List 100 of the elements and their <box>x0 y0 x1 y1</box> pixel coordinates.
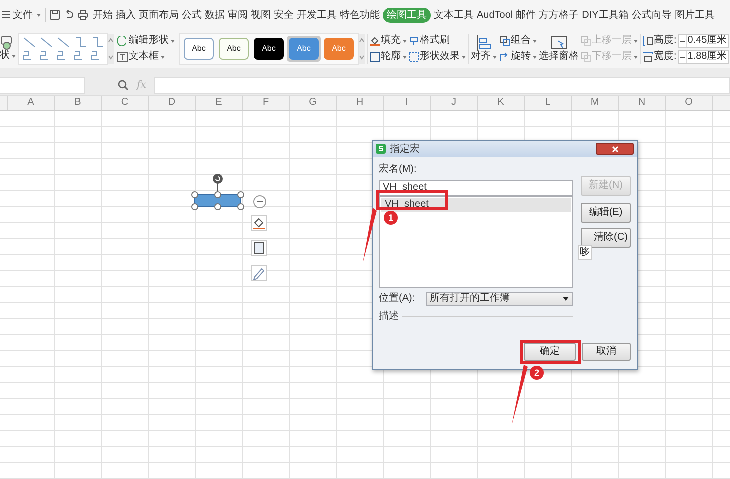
menu-tab[interactable]: 方方格子 <box>539 8 580 22</box>
rotate-icon[interactable] <box>500 52 510 62</box>
print-icon[interactable] <box>78 10 88 20</box>
menu-tab[interactable]: 公式向导 <box>632 8 672 22</box>
outline-button[interactable]: 轮廓 <box>381 51 401 63</box>
shape-effects-icon[interactable] <box>409 52 419 62</box>
column-header[interactable]: B <box>55 96 102 110</box>
dialog-button[interactable]: 清除(C) <box>581 228 631 248</box>
annotation-highlight <box>520 340 581 364</box>
shapes-icon[interactable] <box>1 36 15 50</box>
floating-toolbar-button[interactable] <box>251 240 267 256</box>
save-icon[interactable] <box>50 10 60 20</box>
dialog-button[interactable]: 编辑(E) <box>581 203 631 223</box>
menu-tab[interactable]: DIY工具箱 <box>582 8 629 22</box>
caret-icon[interactable] <box>37 14 41 16</box>
style-preset[interactable]: Abc <box>182 36 216 62</box>
size-label: 宽度: <box>654 51 677 63</box>
annotation-highlight <box>376 190 448 210</box>
gallery-scroll-icon[interactable] <box>359 34 365 64</box>
height-field[interactable]: 0.45厘米 <box>678 34 730 48</box>
caret-icon <box>563 296 569 300</box>
format-painter-icon[interactable] <box>409 36 419 46</box>
menu-tab[interactable]: 公式 <box>182 8 202 22</box>
app-icon <box>376 144 386 154</box>
style-label: Abc <box>297 43 311 55</box>
fill-icon <box>252 216 266 230</box>
shape-menu-label[interactable]: 状 <box>0 50 10 62</box>
cancel-button[interactable]: 取消 <box>582 343 631 361</box>
menu-tab[interactable]: 开始 <box>93 8 113 22</box>
rotate-button[interactable]: 旋转 <box>511 51 531 63</box>
zoom-icon[interactable] <box>118 80 129 90</box>
style-preset[interactable]: Abc <box>217 36 251 62</box>
menu-tab[interactable]: 页面布局 <box>139 8 179 22</box>
macro-name-field[interactable]: VH_sheet <box>379 180 573 196</box>
text-box-icon[interactable] <box>117 52 128 62</box>
fill-icon[interactable] <box>370 36 380 46</box>
caret-icon[interactable] <box>403 40 407 42</box>
fill-button[interactable]: 填充 <box>381 35 401 47</box>
menu-tab[interactable]: 开发工具 <box>297 8 337 22</box>
formula-input[interactable] <box>154 76 730 94</box>
align-icon[interactable] <box>476 35 492 51</box>
menu-tab[interactable]: 邮件 <box>516 8 536 22</box>
outline-icon[interactable] <box>370 52 380 62</box>
format-painter-button[interactable]: 格式刷 <box>420 35 450 47</box>
edit-shape-button[interactable]: 编辑形状 <box>129 35 169 47</box>
location-dropdown[interactable]: 所有打开的工作簿 <box>426 292 573 306</box>
caret-icon[interactable] <box>533 56 537 58</box>
close-button[interactable] <box>596 143 634 155</box>
caret-icon[interactable] <box>493 56 497 58</box>
menu-tab[interactable]: 审阅 <box>228 8 248 22</box>
column-header[interactable]: H <box>337 96 384 110</box>
menu-icon[interactable] <box>2 11 10 19</box>
group-icon[interactable] <box>500 36 510 46</box>
edit-shape-icon[interactable] <box>117 36 128 46</box>
style-label: Abc <box>332 43 346 55</box>
column-header[interactable]: D <box>149 96 196 110</box>
menu-tab[interactable]: 插入 <box>116 8 136 22</box>
column-header[interactable]: E <box>196 96 243 110</box>
undo-icon[interactable] <box>64 10 74 20</box>
column-header[interactable]: F <box>243 96 290 110</box>
caret-icon[interactable] <box>161 56 165 58</box>
menu-tab[interactable]: 安全 <box>274 8 294 22</box>
menu-tab[interactable]: 特色功能 <box>340 8 380 22</box>
text-box-button[interactable]: 文本框 <box>129 51 159 63</box>
outline-icon <box>252 241 266 255</box>
file-menu[interactable]: 文件 <box>13 8 33 22</box>
ok-button[interactable]: 确定 <box>524 343 576 361</box>
selection-pane-button[interactable]: 选择窗格 <box>539 51 579 63</box>
caret-icon[interactable] <box>171 40 175 42</box>
shape-effects-button[interactable]: 形状效果 <box>420 51 460 63</box>
menu-tab[interactable]: 数据 <box>205 8 225 22</box>
menu-tab[interactable]: 视图 <box>251 8 271 22</box>
column-header[interactable]: I <box>384 96 431 110</box>
column-header[interactable]: N <box>619 96 666 110</box>
style-preset[interactable]: Abc <box>252 36 286 62</box>
width-field[interactable]: 1.88厘米 <box>678 50 730 64</box>
style-label: Abc <box>192 43 206 55</box>
column-header[interactable]: C <box>102 96 149 110</box>
column-header[interactable]: A <box>8 96 55 110</box>
caret-icon[interactable] <box>533 40 537 42</box>
group-button[interactable]: 组合 <box>511 35 531 47</box>
menu-tab[interactable]: 文本工具 <box>434 8 474 22</box>
column-header[interactable]: O <box>666 96 713 110</box>
gallery-scroll-icon[interactable] <box>108 34 114 64</box>
column-header[interactable]: L <box>525 96 572 110</box>
width-icon <box>643 52 653 62</box>
column-header[interactable]: J <box>431 96 478 110</box>
caret-icon[interactable] <box>403 56 407 58</box>
column-header[interactable]: G <box>290 96 337 110</box>
column-header[interactable]: M <box>572 96 619 110</box>
floating-toolbar-button[interactable] <box>251 265 267 281</box>
menu-tab[interactable]: AudTool <box>477 8 514 22</box>
macro-list-item[interactable]: VH_sheet <box>381 198 571 212</box>
selected-shape-drawing[interactable] <box>191 173 245 213</box>
column-header[interactable]: K <box>478 96 525 110</box>
selection-pane-icon[interactable] <box>551 35 567 51</box>
dialog-title: 指定宏 <box>390 142 420 156</box>
align-button[interactable]: 对齐 <box>471 51 491 63</box>
floating-toolbar-button[interactable] <box>251 215 267 231</box>
menu-tab[interactable]: 图片工具 <box>674 8 715 22</box>
